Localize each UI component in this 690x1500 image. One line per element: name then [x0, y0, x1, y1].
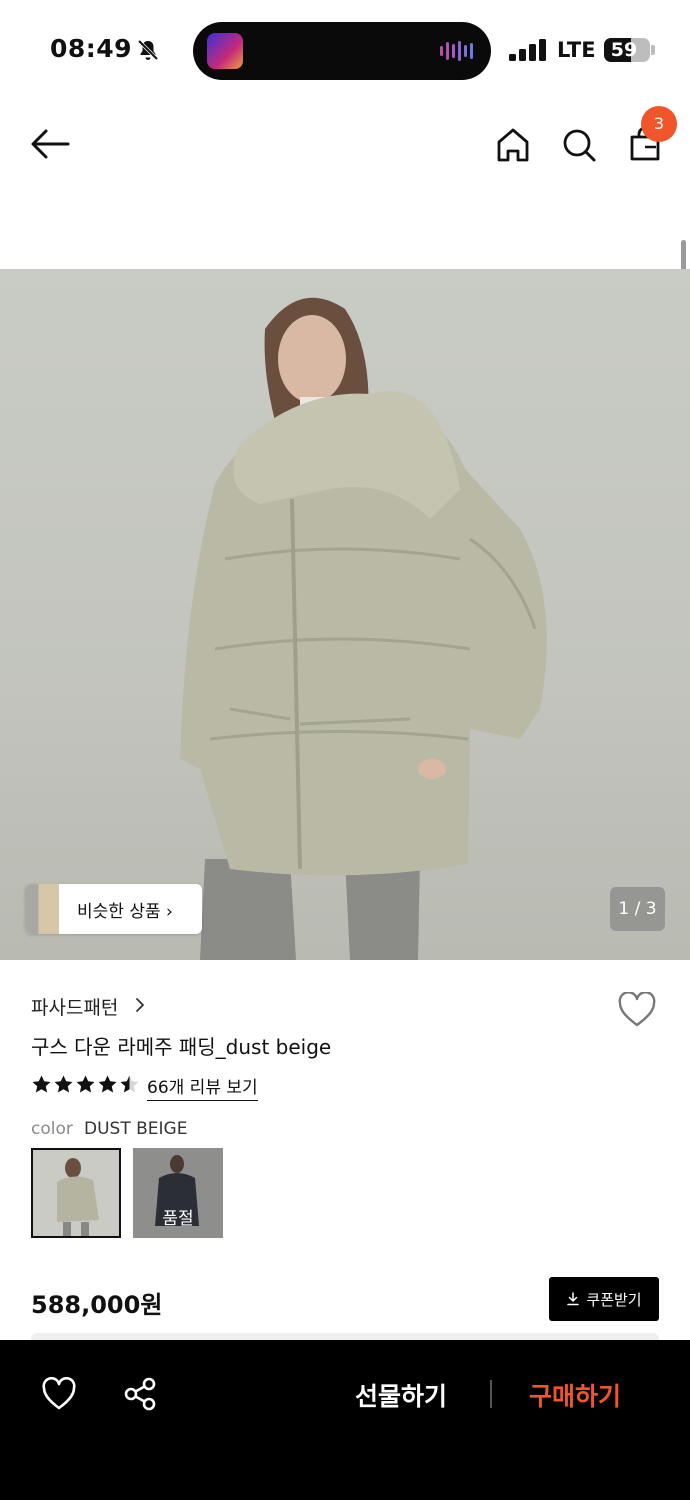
bottom-divider: [490, 1380, 492, 1408]
bell-slash-icon: [137, 39, 159, 61]
brand-link[interactable]: 파사드패턴: [31, 993, 118, 1020]
battery-icon: 59: [604, 38, 650, 62]
star-icon: [54, 1075, 73, 1093]
star-icon: [32, 1075, 51, 1093]
product-title: 구스 다운 라메주 패딩_dust beige: [31, 1035, 332, 1059]
gift-button[interactable]: 선물하기: [355, 1377, 447, 1413]
product-image[interactable]: [0, 269, 690, 960]
search-icon[interactable]: [557, 123, 601, 167]
wishlist-heart-icon[interactable]: [617, 992, 657, 1028]
music-app-icon: [207, 33, 243, 69]
dynamic-island: [193, 22, 491, 80]
bottom-heart-icon[interactable]: [41, 1377, 77, 1411]
rating-stars: [31, 1074, 140, 1096]
share-icon[interactable]: [122, 1376, 158, 1412]
bottom-action-bar: [0, 1340, 690, 1500]
star-icon: [120, 1075, 139, 1093]
status-bar: 08:49 LTE 59: [0, 0, 690, 100]
color-swatch-navy[interactable]: 품절: [133, 1148, 223, 1238]
audio-wave-icon: [440, 41, 473, 61]
swatch-image: [33, 1150, 119, 1236]
color-label: color: [31, 1119, 73, 1139]
chevron-right-icon[interactable]: [133, 996, 147, 1014]
battery-level: 59: [610, 39, 638, 61]
similar-product-thumbnail: [25, 884, 59, 934]
coupon-button[interactable]: 쿠폰받기: [549, 1277, 659, 1321]
similar-products-label: 비슷한 상품 ›: [77, 902, 173, 922]
status-time: 08:49: [50, 34, 133, 63]
coupon-label: 쿠폰받기: [586, 1290, 642, 1309]
sold-out-label: 품절: [162, 1209, 194, 1229]
signal-icon: [509, 39, 546, 61]
buy-button[interactable]: 구매하기: [529, 1377, 621, 1413]
arrow-left-icon[interactable]: [28, 122, 72, 166]
model-photo: [180, 297, 547, 960]
star-icon: [98, 1075, 117, 1093]
color-value: DUST BEIGE: [84, 1119, 188, 1139]
home-icon[interactable]: [491, 123, 535, 167]
battery-tip: [651, 45, 655, 55]
cart-count-badge[interactable]: 3: [641, 106, 677, 142]
similar-products-button[interactable]: 비슷한 상품 ›: [25, 884, 202, 934]
image-counter: 1 / 3: [610, 887, 665, 931]
network-type: LTE: [557, 38, 596, 62]
download-icon: [567, 1292, 580, 1306]
star-icon: [76, 1075, 95, 1093]
color-swatch-dust-beige[interactable]: [31, 1148, 121, 1238]
review-link[interactable]: 66개 리뷰 보기: [147, 1073, 258, 1101]
product-price: 588,000원: [31, 1291, 163, 1319]
